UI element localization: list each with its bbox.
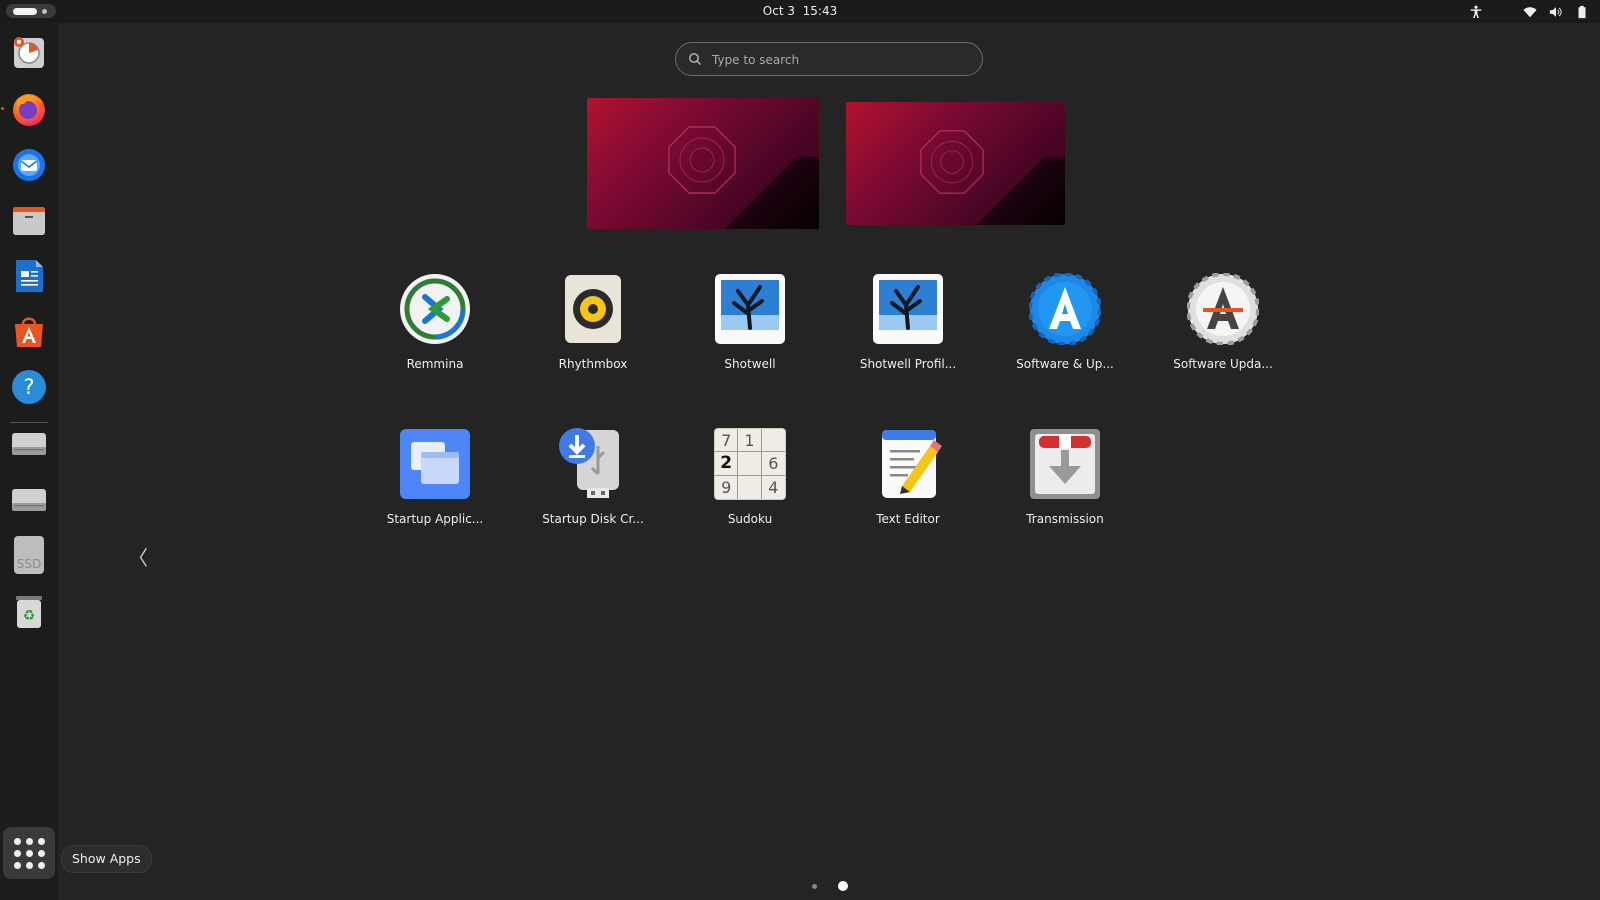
app-label: Software & Up... <box>1016 357 1114 371</box>
activities-button[interactable] <box>6 4 56 18</box>
clock-time: 15:43 <box>802 4 838 18</box>
text-editor-icon <box>882 430 942 498</box>
help-icon: ? <box>12 370 46 404</box>
startup-apps-icon <box>400 429 470 499</box>
app-shotwell-profiles[interactable]: Shotwell Profil... <box>843 273 973 393</box>
sudoku-cell: 7 <box>715 429 739 453</box>
sudoku-cell: 2 <box>715 452 739 476</box>
app-label: Shotwell Profil... <box>859 357 957 371</box>
battery-icon[interactable] <box>1574 4 1590 20</box>
app-label: Sudoku <box>727 512 773 526</box>
app-label: Transmission <box>1026 512 1104 526</box>
firefox-icon <box>13 94 45 126</box>
workspace-thumbnail-2[interactable] <box>846 102 1065 225</box>
page-indicator-2-active[interactable] <box>838 881 848 891</box>
workspace-indicator-inactive <box>42 9 47 14</box>
clock: Oct 3 15:43 <box>0 4 1600 18</box>
drive-icon <box>12 433 46 455</box>
software-updater-icon <box>1187 273 1259 345</box>
app-label: Startup Applic... <box>386 512 484 526</box>
drive-icon <box>12 489 46 511</box>
ssd-icon: SSD <box>14 536 44 574</box>
sudoku-cell <box>761 429 785 453</box>
accessibility-icon[interactable] <box>1468 4 1484 20</box>
disk-usage-icon <box>14 37 44 68</box>
svg-text:♻: ♻ <box>23 608 36 624</box>
app-software-updater[interactable]: Software Upda... <box>1158 273 1288 393</box>
dock-item-app-center[interactable] <box>7 309 51 353</box>
dock-item-trash[interactable]: ♻ <box>7 589 51 633</box>
clock-button[interactable]: Oct 3 15:43 <box>763 4 837 18</box>
dock-item-ssd[interactable]: SSD <box>7 533 51 577</box>
app-text-editor[interactable]: Text Editor <box>843 428 973 548</box>
shotwell-icon <box>715 274 785 344</box>
sudoku-cell <box>738 475 762 499</box>
writer-icon <box>16 260 43 292</box>
app-startup-applications[interactable]: Startup Applic... <box>370 428 500 548</box>
dock-item-help[interactable]: ? <box>7 365 51 409</box>
show-apps-tooltip: Show Apps <box>61 845 152 873</box>
top-bar: Oct 3 15:43 <box>0 0 1600 23</box>
dock-item-drive-1[interactable] <box>7 422 51 466</box>
app-grid-icon <box>13 837 45 869</box>
search-input[interactable] <box>710 43 974 77</box>
sudoku-cell: 6 <box>761 452 785 476</box>
ssd-label: SSD <box>16 557 42 571</box>
app-startup-disk-creator[interactable]: Startup Disk Cr... <box>528 428 658 548</box>
previous-page-arrow-icon[interactable]: 〈 <box>128 542 148 571</box>
startup-disk-icon <box>559 428 619 498</box>
running-indicator <box>1 107 4 110</box>
show-apps-button[interactable] <box>3 827 55 879</box>
svg-text:?: ? <box>23 375 34 399</box>
app-label: Text Editor <box>876 512 940 526</box>
workspace-thumbnail-1[interactable] <box>587 98 819 229</box>
workspace-indicator-active <box>13 8 37 15</box>
dock-item-thunderbird[interactable] <box>7 142 51 186</box>
app-label: Remmina <box>406 357 464 371</box>
thunderbird-icon <box>13 149 45 181</box>
app-center-icon <box>15 317 43 347</box>
sudoku-cell: 9 <box>715 475 739 499</box>
ubuntu-wallpaper-logo <box>668 126 736 194</box>
app-sudoku[interactable]: 7 1 2 6 9 4 Sudoku <box>685 428 815 548</box>
sudoku-cell: 4 <box>768 477 779 497</box>
app-label: Rhythmbox <box>558 357 628 371</box>
trash-icon: ♻ <box>16 596 42 628</box>
sudoku-cell <box>738 452 762 476</box>
dock-item-files[interactable] <box>7 198 51 242</box>
dock-item-disk-usage[interactable] <box>7 31 51 75</box>
app-label: Startup Disk Cr... <box>542 512 644 526</box>
files-icon <box>13 207 45 235</box>
dock-item-firefox[interactable] <box>1 87 51 131</box>
app-label: Software Upda... <box>1173 357 1273 371</box>
system-tray[interactable] <box>1468 3 1590 21</box>
transmission-icon <box>1030 429 1100 499</box>
search-icon <box>689 53 701 65</box>
shotwell-icon <box>873 274 943 344</box>
wifi-icon[interactable] <box>1522 4 1538 20</box>
app-software-updates[interactable]: Software & Up... <box>1000 273 1130 393</box>
app-transmission[interactable]: Transmission <box>1000 428 1130 548</box>
sudoku-icon: 7 1 2 6 9 4 <box>714 428 786 500</box>
sudoku-cell: 1 <box>738 429 762 453</box>
search-bar[interactable] <box>675 42 983 77</box>
page-indicator-1[interactable] <box>812 884 817 889</box>
app-remmina[interactable]: Remmina <box>370 273 500 393</box>
software-updates-icon <box>1029 273 1101 345</box>
dock-item-drive-2[interactable] <box>7 478 51 522</box>
ubuntu-wallpaper-logo <box>920 130 984 194</box>
volume-icon[interactable] <box>1548 4 1564 20</box>
app-shotwell[interactable]: Shotwell <box>685 273 815 393</box>
app-label: Shotwell <box>724 357 776 371</box>
dock-item-writer[interactable] <box>7 254 51 298</box>
remmina-icon <box>400 274 470 344</box>
clock-date: Oct 3 <box>762 4 795 18</box>
dock: ? SSD ♻ <box>0 23 58 900</box>
app-rhythmbox[interactable]: Rhythmbox <box>528 273 658 393</box>
rhythmbox-icon <box>565 275 621 343</box>
